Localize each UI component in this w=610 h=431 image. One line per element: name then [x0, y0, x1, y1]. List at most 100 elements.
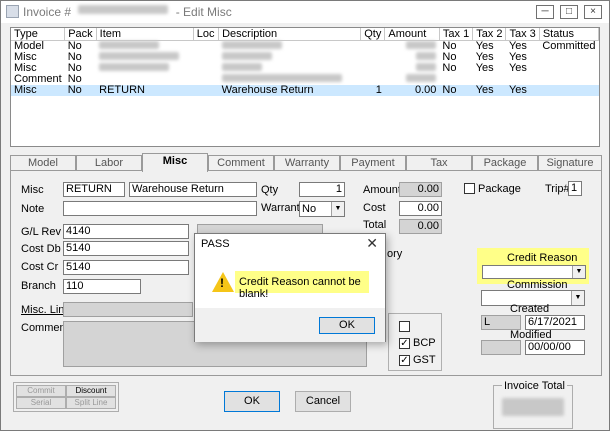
tab-model[interactable]: Model	[10, 155, 76, 171]
window-title: Invoice # xxxxxxxx - Edit Misc	[23, 5, 232, 19]
cancel-button[interactable]: Cancel	[295, 391, 351, 412]
gst-label: GST	[413, 354, 436, 366]
col-qty[interactable]: Qty	[360, 28, 386, 41]
col-tax3[interactable]: Tax 3	[505, 28, 540, 41]
tab-signature[interactable]: Signature	[538, 155, 602, 171]
col-amount[interactable]: Amount	[384, 28, 440, 41]
dialog-title: PASS	[201, 238, 230, 250]
ok-button[interactable]: OK	[224, 391, 280, 412]
cell-loc	[193, 41, 218, 53]
modified-by-field	[481, 340, 521, 355]
grid-header: Type Pack Item Loc Description Qty Amoun…	[11, 28, 600, 41]
package-checkbox[interactable]	[464, 183, 475, 194]
cell-tax1: No	[442, 62, 457, 74]
dialog-ok-button[interactable]: OK	[319, 317, 375, 334]
package-label: Package	[478, 183, 521, 195]
col-tax1[interactable]: Tax 1	[439, 28, 474, 41]
note-field[interactable]	[63, 201, 257, 216]
error-dialog: PASS ✕ ! Credit Reason cannot be blank! …	[194, 233, 386, 342]
table-row[interactable]: Misc No x x x No Yes Yes	[11, 63, 599, 74]
cell-loc	[193, 85, 219, 96]
cost-field[interactable]: 0.00	[399, 201, 442, 216]
amount-label: Amount	[363, 184, 401, 196]
cost-cr-label: Cost Cr	[21, 261, 59, 273]
branch-label: Branch	[21, 280, 56, 292]
gl-rev-field[interactable]: 4140	[63, 224, 189, 239]
created-label: Created	[510, 303, 550, 315]
cell-tax3: Yes	[508, 62, 527, 74]
tab-labor[interactable]: Labor	[76, 155, 142, 171]
tab-comment[interactable]: Comment	[208, 155, 274, 171]
cell-qty	[361, 41, 385, 53]
cost-cr-field[interactable]: 5140	[63, 260, 189, 275]
cell-status: Committed	[542, 40, 596, 52]
cell-amount: 0.00	[384, 85, 440, 96]
cell-pack: No	[64, 85, 97, 96]
cell-item-redacted: x	[96, 52, 193, 63]
cell-status	[539, 85, 599, 96]
col-type[interactable]: Type	[11, 28, 66, 41]
minimize-button[interactable]: ─	[536, 5, 554, 19]
cell-amount-redacted: x	[385, 74, 440, 85]
branch-field[interactable]: 110	[63, 279, 141, 294]
cell-tax1: No	[439, 85, 473, 96]
bcp-checkbox[interactable]: ✓	[399, 338, 410, 349]
tab-misc[interactable]: Misc	[142, 153, 208, 172]
trip-field[interactable]: 1	[568, 181, 582, 196]
tab-warranty[interactable]: Warranty	[274, 155, 340, 171]
col-item[interactable]: Item	[96, 28, 194, 41]
modified-date-field: 00/00/00	[525, 340, 585, 355]
misc-code-field[interactable]: RETURN	[63, 182, 125, 197]
tab-package[interactable]: Package	[472, 155, 538, 171]
tab-strip: Model Labor Misc Comment Warranty Paymen…	[10, 153, 602, 172]
warranty-value: No	[302, 203, 317, 215]
close-button[interactable]: ×	[584, 5, 602, 19]
cell-qty	[361, 63, 385, 74]
col-description[interactable]: Description	[218, 28, 362, 41]
cell-tax2: Yes	[475, 62, 494, 74]
cost-db-field[interactable]: 5140	[63, 241, 189, 256]
warranty-select[interactable]: No ▼	[299, 201, 345, 217]
col-status[interactable]: Status	[539, 28, 600, 41]
invoice-total-group: Invoice Total x	[493, 380, 573, 429]
title-suffix: - Edit Misc	[175, 5, 232, 19]
cost-db-label: Cost Db	[21, 243, 61, 255]
close-icon[interactable]: ✕	[366, 235, 378, 252]
bcp-label: BCP	[413, 337, 436, 349]
comment-label: Comment	[21, 322, 69, 334]
qty-label: Qty	[261, 184, 279, 196]
created-by-field: L	[481, 315, 521, 330]
restore-button[interactable]: □	[560, 5, 578, 19]
cell-loc	[193, 74, 218, 85]
gst-checkbox[interactable]: ✓	[399, 355, 410, 366]
cell-status	[539, 74, 598, 85]
col-pack[interactable]: Pack	[64, 28, 97, 41]
cost-label: Cost	[363, 202, 386, 214]
tab-tax[interactable]: Tax	[406, 155, 472, 171]
split-line-button[interactable]: Split Line	[66, 397, 116, 409]
cell-item: RETURN	[96, 85, 194, 96]
cell-description-redacted: x	[219, 52, 361, 63]
qty-field[interactable]: 1	[299, 182, 345, 197]
serial-button[interactable]: Serial	[16, 397, 66, 409]
table-row-selected[interactable]: Misc No RETURN Warehouse Return 1 0.00 N…	[11, 85, 599, 96]
cell-tax3: Yes	[505, 85, 540, 96]
warning-exclamation: !	[220, 276, 224, 290]
credit-reason-select[interactable]: ▼	[482, 265, 586, 279]
tab-payment[interactable]: Payment	[340, 155, 406, 171]
discount-button[interactable]: Discount	[66, 385, 116, 397]
cell-description-redacted: x	[219, 63, 361, 74]
misc-description-field[interactable]: Warehouse Return	[129, 182, 257, 197]
gl-rev-label: G/L Rev	[21, 226, 61, 238]
line-items-grid[interactable]: Type Pack Item Loc Description Qty Amoun…	[10, 27, 600, 147]
col-tax2[interactable]: Tax 2	[472, 28, 507, 41]
tax-flag-checkbox[interactable]	[399, 321, 410, 332]
title-prefix: Invoice #	[23, 5, 72, 19]
commit-button[interactable]: Commit	[16, 385, 66, 397]
invoice-total-label: Invoice Total	[502, 380, 567, 392]
cell-loc	[193, 52, 218, 63]
col-loc[interactable]: Loc	[193, 28, 220, 41]
cell-description-redacted: x	[219, 41, 361, 53]
created-date-field: 6/17/2021	[525, 315, 585, 330]
cell-qty	[361, 52, 385, 63]
